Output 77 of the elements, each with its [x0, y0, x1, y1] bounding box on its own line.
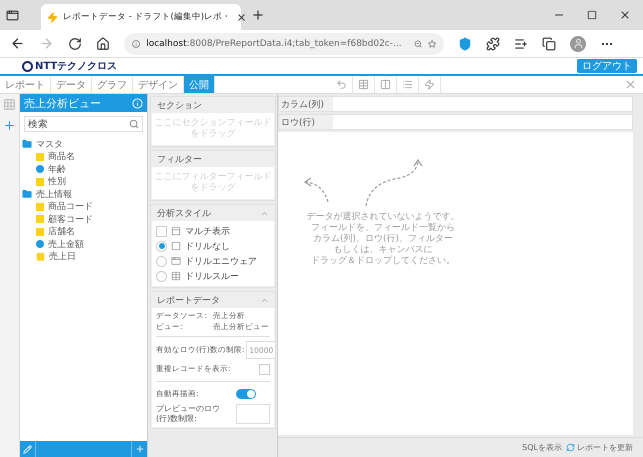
- field-item[interactable]: 性別: [48, 175, 66, 188]
- back-icon[interactable]: [10, 36, 25, 51]
- app-logo-icon: [47, 12, 58, 22]
- row-shelf[interactable]: ロウ(行): [278, 114, 633, 130]
- refresh-icon: [566, 443, 575, 452]
- field-item[interactable]: 商品名: [48, 150, 75, 164]
- new-tab-icon[interactable]: [251, 8, 265, 22]
- forward-icon[interactable]: [39, 36, 54, 51]
- empty-message: データが選択されていないようです。: [306, 212, 460, 223]
- calendar-icon: [36, 252, 45, 262]
- column-shelf[interactable]: カラム(列): [278, 96, 633, 112]
- folder-icon: [22, 139, 32, 150]
- add-icon[interactable]: [3, 119, 16, 132]
- option-label: ドリルなし: [185, 240, 230, 252]
- info-icon[interactable]: [132, 38, 140, 50]
- tab-title: レポートデータ - ドラフト(編集中)レポ・: [63, 11, 232, 23]
- layout-icon: [171, 271, 181, 281]
- panel-title: 売上分析ビュー: [24, 96, 101, 110]
- dimension-field-icon: [36, 178, 44, 186]
- layout-icon: [171, 226, 181, 236]
- radio-button[interactable]: [156, 256, 167, 266]
- checkbox[interactable]: [259, 364, 270, 374]
- pencil-icon: [23, 444, 32, 454]
- favorites-icon[interactable]: [514, 36, 528, 50]
- empty-message: フィールドを、フィールド一覧から: [311, 223, 455, 234]
- option-label: ドリルエニウェア: [185, 256, 257, 268]
- empty-message: もしくは、キャンバスに: [334, 245, 432, 255]
- reload-icon[interactable]: [68, 36, 82, 50]
- field-item[interactable]: 年齢: [48, 162, 66, 176]
- panel-title: レポートデータ: [157, 294, 220, 306]
- tab-actions-icon[interactable]: [6, 8, 19, 22]
- folder-label[interactable]: マスタ: [36, 138, 63, 151]
- search-input[interactable]: 検索: [28, 118, 129, 130]
- close-icon[interactable]: [619, 9, 631, 21]
- zoom-out-icon[interactable]: [414, 38, 422, 50]
- plus-icon: [134, 444, 144, 454]
- layout-icon: [171, 256, 181, 266]
- option-label: ドリルスルー: [185, 270, 239, 282]
- company-logo: NTTテクノクロス: [22, 59, 118, 73]
- search-field[interactable]: 検索: [24, 116, 143, 132]
- star-icon[interactable]: [428, 38, 436, 50]
- refresh-report-link[interactable]: レポートを更新: [566, 442, 633, 453]
- setting-label: プレビューのロウ(行)数制限:: [156, 404, 221, 424]
- collections-icon[interactable]: [542, 36, 556, 50]
- maximize-icon[interactable]: [587, 9, 597, 21]
- shield-icon[interactable]: [458, 36, 472, 50]
- measure-field-icon: [36, 240, 44, 248]
- grid-icon[interactable]: [3, 98, 16, 111]
- measure-field-icon: [36, 165, 44, 174]
- dimension-field-icon: [36, 152, 44, 161]
- empty-message: ドラッグ＆ドロップしてください。: [311, 256, 455, 267]
- radio-button[interactable]: [156, 270, 167, 282]
- field-item[interactable]: 売上金額: [48, 238, 84, 251]
- show-sql-link[interactable]: SQLを表示: [522, 442, 562, 453]
- address-field[interactable]: localhost:8008/PreReportData.i4;tab_token=f68bd02c-...: [124, 32, 444, 54]
- option-label: マルチ表示: [185, 226, 230, 238]
- field-item[interactable]: 店舗名: [48, 225, 75, 238]
- info-icon[interactable]: [132, 98, 143, 108]
- profile-avatar[interactable]: [570, 36, 586, 52]
- layout-icon: [171, 241, 181, 251]
- field-item[interactable]: 顧客コード: [48, 212, 93, 226]
- preview-limit-field[interactable]: [236, 404, 270, 424]
- folder-label[interactable]: 売上情報: [36, 188, 72, 201]
- panel-title: 分析スタイル: [157, 208, 211, 220]
- folder-icon: [22, 189, 32, 200]
- puzzle-icon[interactable]: [486, 36, 500, 50]
- search-icon[interactable]: [129, 119, 139, 129]
- field-item[interactable]: 商品コード: [48, 200, 93, 214]
- panel-title: セクション: [157, 100, 202, 112]
- checkbox[interactable]: [156, 226, 167, 236]
- home-icon[interactable]: [96, 36, 110, 50]
- empty-message: カラム(列)、ロウ(行)、フィルター: [312, 234, 454, 245]
- close-icon[interactable]: [236, 12, 248, 22]
- toggle-switch[interactable]: [236, 389, 256, 399]
- field-item[interactable]: 売上日: [49, 250, 76, 264]
- radio-button[interactable]: [156, 240, 167, 252]
- panel-title: フィルター: [157, 154, 202, 166]
